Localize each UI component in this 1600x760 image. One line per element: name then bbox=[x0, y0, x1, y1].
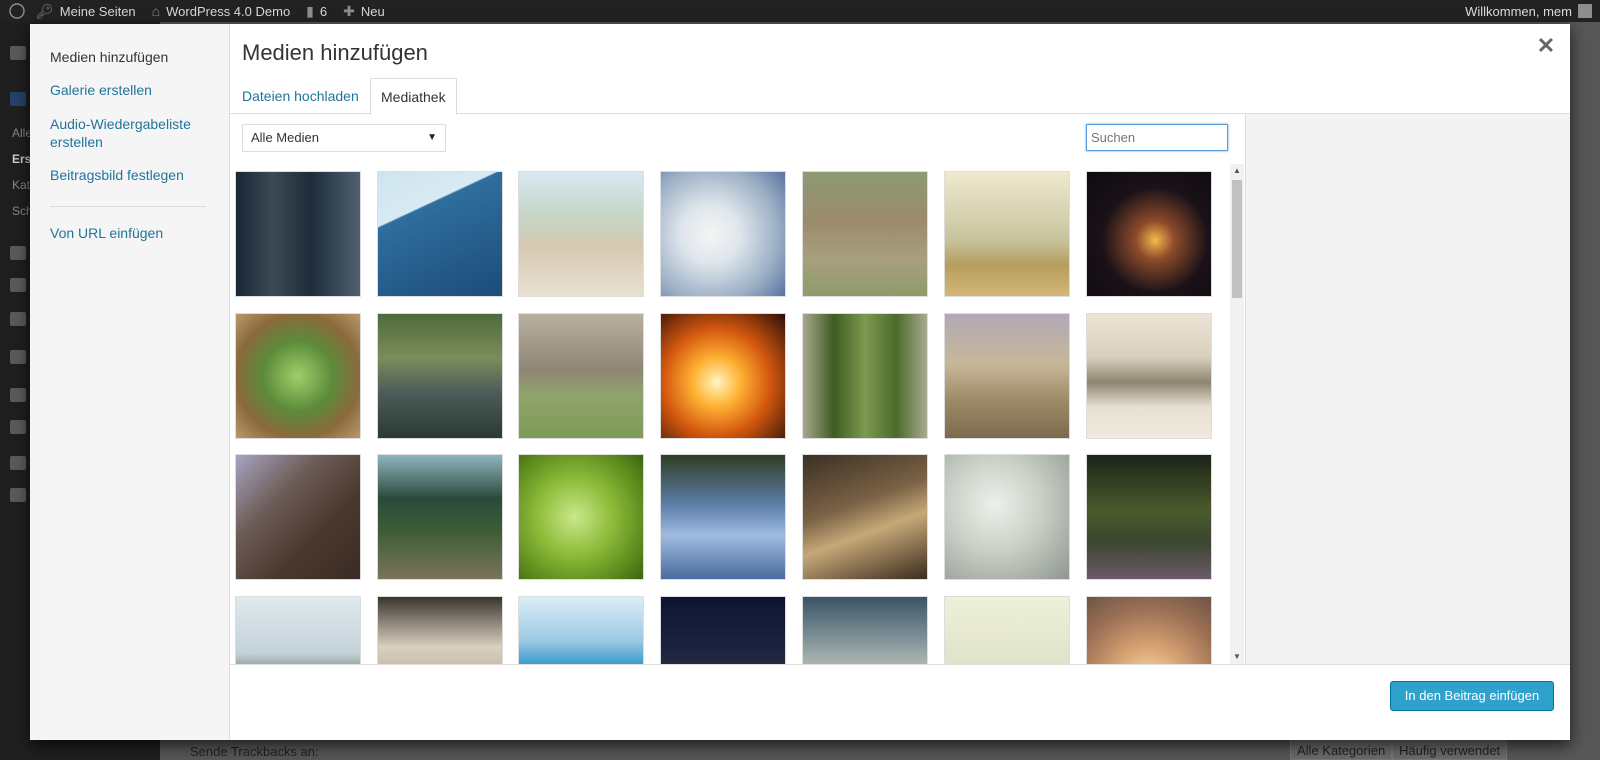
cows-grass-thumbnail[interactable] bbox=[802, 171, 928, 297]
admin-bar: 🔑︎ Meine Seiten ⌂ WordPress 4.0 Demo ▮ 6… bbox=[0, 0, 1600, 22]
green-bokeh-thumbnail[interactable] bbox=[518, 454, 644, 580]
admin-bar-my-sites[interactable]: 🔑︎ Meine Seiten bbox=[28, 0, 144, 22]
orchard-trees-thumbnail[interactable] bbox=[518, 313, 644, 439]
settings-icon[interactable] bbox=[10, 456, 26, 470]
collapse-icon[interactable] bbox=[10, 488, 26, 502]
green-apples-thumbnail[interactable] bbox=[235, 313, 361, 439]
tab-most-used[interactable]: Häufig verwendet bbox=[1392, 740, 1508, 760]
lake-village-thumbnail[interactable] bbox=[1086, 313, 1212, 439]
admin-menu-fragment[interactable]: Alle bbox=[12, 126, 32, 140]
night-cabin-thumbnail[interactable] bbox=[660, 596, 786, 664]
menu-item-insert-from-url[interactable]: Von URL einfügen bbox=[50, 224, 215, 242]
sunset-tree-thumbnail[interactable] bbox=[1086, 596, 1212, 664]
attachments-grid bbox=[230, 164, 1230, 664]
waterfall-rocks-thumbnail[interactable] bbox=[377, 313, 503, 439]
grid-scrollbar[interactable]: ▲ ▼ bbox=[1230, 164, 1244, 664]
blue-sea-coast-thumbnail[interactable] bbox=[518, 596, 644, 664]
dashboard-icon[interactable] bbox=[10, 46, 26, 60]
scroll-down-icon[interactable]: ▼ bbox=[1230, 650, 1244, 664]
home-icon: ⌂ bbox=[151, 3, 161, 19]
key-icon: 🔑︎ bbox=[36, 2, 54, 19]
menu-item-add-media[interactable]: Medien hinzufügen bbox=[50, 48, 215, 66]
search-input[interactable] bbox=[1086, 124, 1228, 151]
admin-bar-site-name[interactable]: ⌂ WordPress 4.0 Demo bbox=[144, 0, 299, 22]
attachment-details-sidebar bbox=[1245, 114, 1570, 664]
wordpress-logo-icon[interactable] bbox=[9, 3, 25, 19]
admin-menu-fragment[interactable]: Kat bbox=[12, 178, 30, 192]
hillside-town-thumbnail[interactable] bbox=[235, 596, 361, 664]
tab-upload-files[interactable]: Dateien hochladen bbox=[232, 78, 369, 114]
tab-media-library[interactable]: Mediathek bbox=[370, 78, 457, 115]
horse-field-thumbnail[interactable] bbox=[518, 171, 644, 297]
tab-all-categories[interactable]: Alle Kategorien bbox=[1290, 740, 1393, 760]
trackback-label: Sende Trackbacks an: bbox=[190, 744, 319, 759]
media-filter-select[interactable]: Alle Medien ▼ bbox=[242, 124, 446, 152]
router-tabs: Dateien hochladen Mediathek bbox=[230, 78, 1570, 115]
old-tree-thumbnail[interactable] bbox=[1086, 454, 1212, 580]
users-icon[interactable] bbox=[10, 388, 26, 402]
scrollbar-thumb[interactable] bbox=[1232, 180, 1242, 298]
avatar bbox=[1578, 4, 1592, 18]
raindrops-glass-thumbnail[interactable] bbox=[944, 454, 1070, 580]
ocean-horizon-thumbnail[interactable] bbox=[377, 171, 503, 297]
plus-icon: ✚ bbox=[343, 2, 355, 19]
comments-icon[interactable] bbox=[10, 312, 26, 326]
knife-forest-thumbnail[interactable] bbox=[802, 454, 928, 580]
cloudy-sky-thumbnail[interactable] bbox=[802, 596, 928, 664]
insert-into-post-button[interactable]: In den Beitrag einfügen bbox=[1390, 681, 1554, 711]
fire-embers-thumbnail[interactable] bbox=[1086, 171, 1212, 297]
posts-icon[interactable] bbox=[10, 92, 26, 106]
tools-icon[interactable] bbox=[10, 420, 26, 434]
white-cows-thumbnail[interactable] bbox=[377, 596, 503, 664]
grass-blades-thumbnail[interactable] bbox=[802, 313, 928, 439]
caret-down-icon: ▼ bbox=[427, 132, 437, 143]
modal-footer: In den Beitrag einfügen bbox=[230, 664, 1570, 740]
media-modal: Medien hinzufügen Galerie erstellen Audi… bbox=[30, 24, 1570, 740]
admin-bar-comments[interactable]: ▮ 6 bbox=[298, 0, 335, 22]
menu-separator bbox=[50, 206, 206, 207]
beach-huts-thumbnail[interactable] bbox=[944, 596, 1070, 664]
menu-item-create-gallery[interactable]: Galerie erstellen bbox=[50, 81, 215, 99]
scroll-up-icon[interactable]: ▲ bbox=[1230, 164, 1244, 178]
media-menu: Medien hinzufügen Galerie erstellen Audi… bbox=[30, 24, 230, 740]
admin-bar-account[interactable]: Willkommen, mem bbox=[1465, 4, 1600, 19]
media-icon[interactable] bbox=[10, 246, 26, 260]
media-filter-value: Alle Medien bbox=[251, 130, 319, 145]
horse-portrait-thumbnail[interactable] bbox=[235, 454, 361, 580]
white-blossom-thumbnail[interactable] bbox=[660, 171, 786, 297]
wheat-field-thumbnail[interactable] bbox=[944, 313, 1070, 439]
pine-forest-thumbnail[interactable] bbox=[235, 171, 361, 297]
cornfield-thumbnail[interactable] bbox=[377, 454, 503, 580]
appearance-icon[interactable] bbox=[10, 350, 26, 364]
fireplace-flame-thumbnail[interactable] bbox=[660, 313, 786, 439]
menu-item-create-audio-playlist[interactable]: Audio-Wiedergabeliste erstellen bbox=[50, 115, 215, 151]
modal-title: Medien hinzufügen bbox=[242, 40, 428, 65]
admin-menu-fragment[interactable]: Ers bbox=[12, 152, 31, 166]
admin-bar-new[interactable]: ✚ Neu bbox=[335, 0, 393, 22]
sky-reflection-thumbnail[interactable] bbox=[660, 454, 786, 580]
close-icon[interactable]: ✕ bbox=[1536, 35, 1556, 57]
comment-icon: ▮ bbox=[306, 2, 314, 19]
pages-icon[interactable] bbox=[10, 278, 26, 292]
wind-turbine-thumbnail[interactable] bbox=[944, 171, 1070, 297]
menu-item-set-featured-image[interactable]: Beitragsbild festlegen bbox=[50, 166, 215, 184]
